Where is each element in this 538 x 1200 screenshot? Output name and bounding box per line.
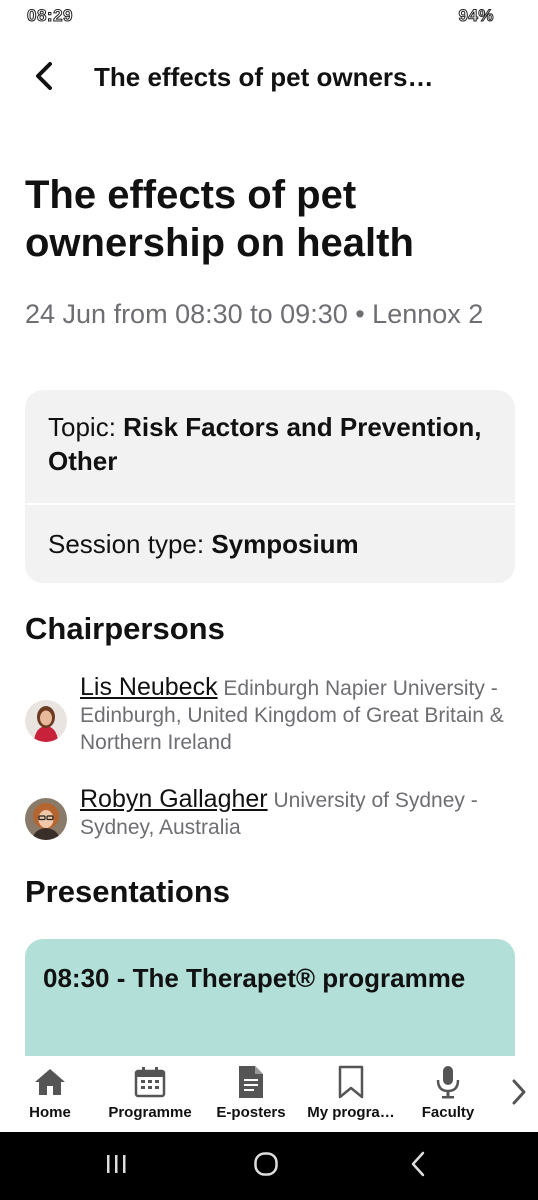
chevron-left-icon: [33, 61, 55, 96]
nav-more-button[interactable]: [504, 1076, 534, 1112]
nav-label: My progra…: [307, 1104, 395, 1121]
circle-home-icon: [253, 1151, 279, 1182]
session-type-label: Session type:: [48, 529, 212, 559]
nav-label: E-posters: [216, 1104, 286, 1121]
presentation-title: 08:30 - The Therapet® programme: [43, 963, 466, 993]
chairperson-name-link[interactable]: Robyn Gallagher: [80, 785, 268, 813]
avatar[interactable]: [25, 798, 67, 840]
nav-label: Faculty: [421, 1104, 475, 1121]
system-nav-bar: [0, 1132, 538, 1200]
session-type-value: Symposium: [211, 529, 359, 559]
system-home-button[interactable]: [246, 1150, 286, 1182]
chairpersons-heading: Chairpersons: [25, 611, 225, 646]
nav-faculty[interactable]: Faculty: [412, 1064, 484, 1121]
calendar-icon: [132, 1064, 168, 1100]
status-bar: 08:29 94%: [0, 0, 538, 36]
recent-apps-icon: [104, 1153, 128, 1180]
session-type-row: Session type: Symposium: [25, 527, 515, 561]
recent-apps-button[interactable]: [96, 1150, 136, 1182]
topic-label: Topic:: [48, 412, 124, 442]
back-button[interactable]: [22, 56, 66, 100]
avatar[interactable]: [25, 700, 67, 742]
home-icon: [32, 1064, 68, 1100]
bottom-nav: Home Programme E-posters My progra… Facu…: [0, 1056, 538, 1132]
microphone-icon: [430, 1064, 466, 1100]
bookmark-icon: [333, 1064, 369, 1100]
status-battery: 94%: [458, 6, 494, 26]
presentation-card[interactable]: 08:30 - The Therapet® programme: [25, 939, 515, 1056]
back-arrow-icon: [409, 1151, 427, 1182]
presentations-heading: Presentations: [25, 874, 231, 909]
nav-eposters[interactable]: E-posters: [210, 1064, 292, 1121]
status-time: 08:29: [27, 6, 73, 26]
nav-label: Programme: [108, 1104, 192, 1121]
nav-home[interactable]: Home: [24, 1064, 76, 1121]
chevron-right-icon: [510, 1077, 528, 1112]
document-icon: [233, 1064, 269, 1100]
header-title: The effects of pet owners…: [94, 62, 434, 92]
session-info-card: Topic: Risk Factors and Prevention, Othe…: [25, 390, 515, 583]
session-detail-content[interactable]: The effects of pet ownership on health 2…: [0, 104, 538, 1056]
app-header: The effects of pet owners…: [0, 50, 538, 104]
topic-row: Topic: Risk Factors and Prevention, Othe…: [25, 410, 515, 478]
session-meta: 24 Jun from 08:30 to 09:30 • Lennox 2: [25, 299, 484, 329]
system-back-button[interactable]: [398, 1150, 438, 1182]
info-divider: [25, 503, 515, 505]
session-title: The effects of pet ownership on health: [25, 173, 414, 265]
nav-label: Home: [29, 1104, 71, 1121]
chairperson-name-link[interactable]: Lis Neubeck: [80, 673, 218, 701]
nav-my-programme[interactable]: My progra…: [298, 1064, 404, 1121]
nav-programme[interactable]: Programme: [102, 1064, 198, 1121]
